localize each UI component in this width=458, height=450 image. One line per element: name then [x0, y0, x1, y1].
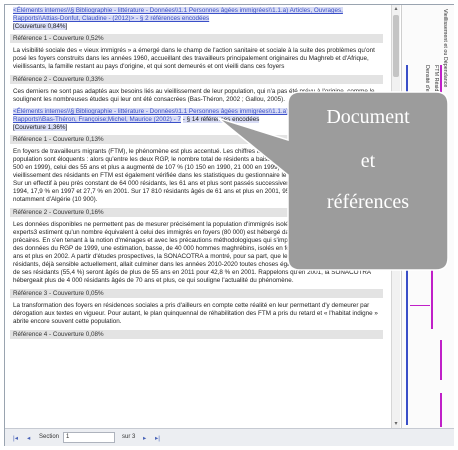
- coverage-band: Référence 3 - Couverture 0,05%: [10, 289, 383, 298]
- section-navigation-bar: |◂ ◂ Section 1 sur 3 ▸ ▸|: [5, 428, 454, 446]
- section-label: Section: [39, 434, 60, 440]
- reference-paragraph[interactable]: Les données disponibles ne permettent pa…: [13, 221, 383, 285]
- callout-line-2: et: [360, 150, 376, 172]
- callout-line-1: Document: [326, 106, 410, 128]
- first-section-icon[interactable]: |◂: [13, 434, 18, 442]
- reference-paragraph[interactable]: La transformation des foyers en résidenc…: [13, 302, 383, 326]
- callout-line-3: références: [326, 191, 410, 213]
- reference-coverage-2: [Couverture 1,36%]: [13, 124, 68, 131]
- coverage-band: Référence 1 - Couverture 0,13%: [10, 135, 383, 144]
- last-section-icon[interactable]: ▸|: [155, 434, 160, 442]
- coding-tick: [410, 305, 430, 306]
- scroll-up-icon[interactable]: ▴: [392, 5, 400, 13]
- reference-coverage-1: [Couverture 0,84%]: [13, 23, 68, 30]
- reference-count-2: - § 14 références encodées: [182, 116, 260, 123]
- coverage-band: Référence 4 - Couverture 0,08%: [10, 330, 383, 339]
- reference-header-1: <Éléments internes\\§ Bibliographie - li…: [13, 7, 383, 31]
- coding-stripe-label-1[interactable]: Vieillissement et ou Dépendance: [442, 9, 448, 87]
- previous-section-icon[interactable]: ◂: [27, 434, 30, 442]
- reference-paragraph[interactable]: La visibilité sociale des « vieux immigr…: [13, 47, 383, 71]
- section-number-input[interactable]: 1: [63, 432, 115, 443]
- nvivo-document-window: <Éléments internes\\§ Bibliographie - li…: [4, 4, 454, 446]
- coding-stripe[interactable]: [431, 263, 433, 329]
- coding-stripe[interactable]: [440, 65, 442, 109]
- next-section-icon[interactable]: ▸: [143, 434, 146, 442]
- coverage-band: Référence 2 - Couverture 0,33%: [10, 75, 383, 84]
- coding-stripe[interactable]: [440, 393, 442, 427]
- coverage-band: Référence 1 - Couverture 0,52%: [10, 34, 383, 43]
- scroll-down-icon[interactable]: ▾: [392, 420, 400, 428]
- vertical-scrollbar[interactable]: ▴ ▾: [391, 5, 400, 428]
- reference-link-1[interactable]: <Éléments internes\\§ Bibliographie - li…: [13, 7, 343, 22]
- coding-stripe[interactable]: [440, 340, 442, 380]
- section-count-label: sur 3: [122, 434, 136, 440]
- reference-paragraph[interactable]: Ces derniers ne sont pas adaptés aux bes…: [13, 88, 383, 104]
- coding-stripes-panel: Vieillissement et ou Dépendance FTM Rési…: [401, 5, 454, 428]
- document-content[interactable]: <Éléments internes\\§ Bibliographie - li…: [5, 5, 391, 428]
- scrollbar-thumb[interactable]: [393, 15, 399, 77]
